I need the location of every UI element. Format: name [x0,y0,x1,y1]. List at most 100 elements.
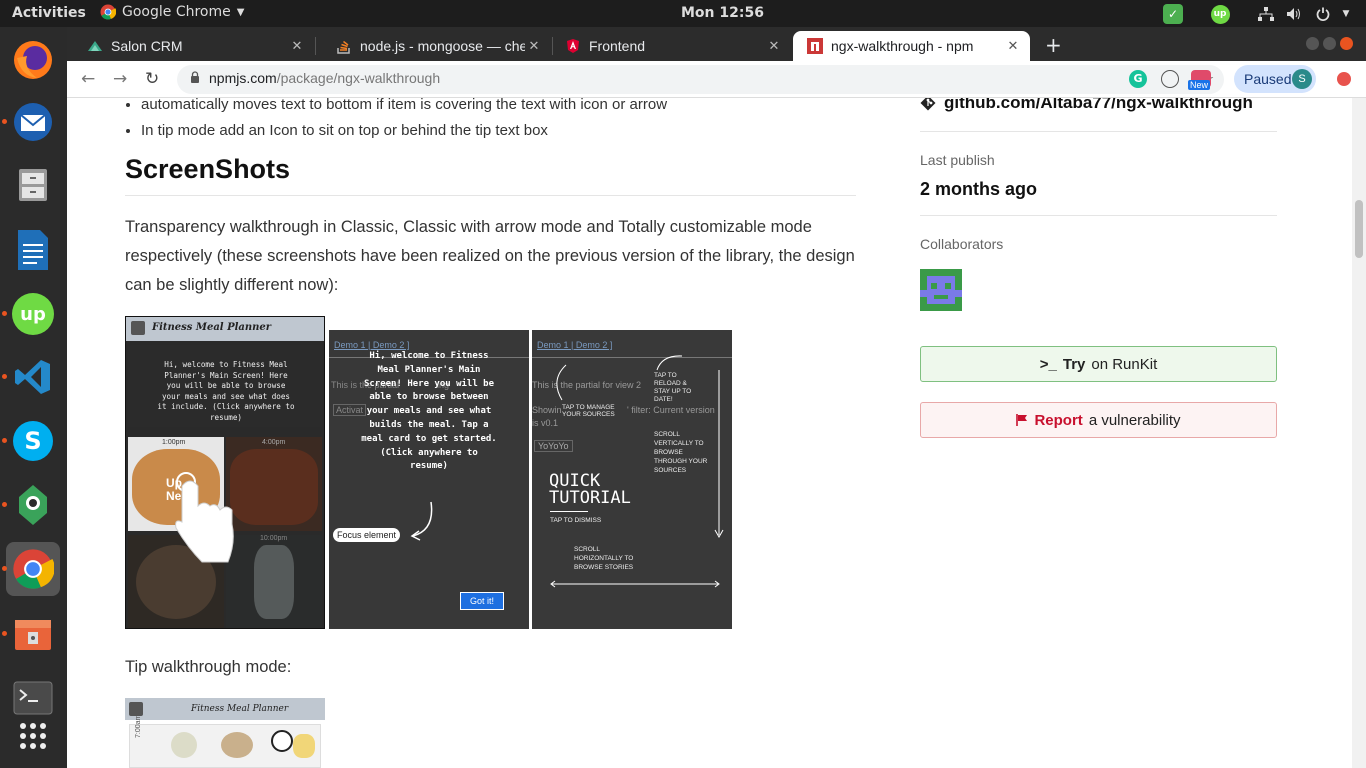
archive-manager-launcher[interactable] [2,607,60,661]
upwork-launcher[interactable]: up [2,287,60,341]
chevron-down-icon: ▼ [236,6,245,18]
tip-mode-label: Tip walkthrough mode: [125,658,292,676]
last-publish-value: 2 months ago [920,179,1038,199]
tab-title: ngx-walkthrough - npm [831,38,974,54]
new-extension-icon[interactable]: New [1188,70,1211,90]
avatar [920,269,962,311]
meal-time: 7:00am [135,714,142,738]
screenshot-tip-mode[interactable]: Fitness Meal Planner 7:00am [125,698,325,768]
firefox-icon [14,41,52,79]
archive-icon [15,620,51,650]
extension-icon[interactable] [1161,70,1179,88]
page-content: automatically moves text to bottom if it… [67,98,1352,768]
section-heading: ScreenShots [125,154,291,184]
firefox-launcher[interactable] [6,33,60,87]
files-launcher[interactable] [6,158,60,212]
new-badge: New [1188,80,1211,90]
back-icon[interactable]: ← [81,69,95,89]
close-tab-icon[interactable]: ✕ [1004,38,1022,54]
meal-photo [221,732,253,758]
reload-icon[interactable]: ↻ [145,69,159,89]
tab-title: Frontend [589,38,646,54]
collaborator-avatar[interactable] [920,269,962,311]
tab-title: node.js - mongoose — che [360,38,525,54]
chef-icon [271,730,293,752]
close-tab-icon[interactable]: ✕ [765,38,783,54]
volume-icon[interactable] [1284,4,1304,24]
lock-icon[interactable] [190,71,200,83]
tab-frontend[interactable]: Frontend ✕ [545,31,791,61]
chrome-icon [100,4,116,20]
app-menu[interactable]: Google Chrome ▼ [100,4,244,20]
tab-salon-crm[interactable]: Salon CRM ✕ [67,31,314,61]
tutorial-arrows [550,355,724,588]
runkit-label-bold: Try [1062,355,1086,373]
report-label-bold: Report [1034,411,1083,429]
screenshot-customizable[interactable]: Demo 1 | Demo 2 ] This is the partial fo… [532,330,732,629]
minimize-window-button[interactable] [1306,37,1319,50]
tab-npm-active[interactable]: ngx-walkthrough - npm ✕ [793,31,1030,61]
forward-icon[interactable]: → [113,69,127,89]
screenshot-classic-arrow[interactable]: Demo 1 | Demo 2 ] This is the partial in… [329,330,529,629]
network-icon[interactable] [1256,4,1276,24]
grammarly-icon[interactable]: G [1129,70,1147,88]
new-tab-button[interactable]: + [1045,33,1062,57]
close-tab-icon[interactable]: ✕ [525,38,543,54]
sidebar-divider [920,215,1277,216]
got-it-button: Got it! [460,592,505,610]
activities-button[interactable]: Activities [12,5,86,21]
report-label: a vulnerability [1088,411,1181,429]
check-status-icon[interactable]: ✓ [1163,4,1183,24]
close-tab-icon[interactable]: ✕ [288,38,306,54]
tab-stackoverflow[interactable]: node.js - mongoose — che ✕ [316,31,551,61]
terminal-prompt-icon: >_ [1039,355,1057,373]
file-cabinet-icon [19,169,47,201]
app-grid-icon [20,723,46,749]
repository-url: github.com/Altaba77/ngx-walkthrough [944,98,1253,112]
scrollbar-thumb[interactable] [1355,200,1363,258]
app-title: Fitness Meal Planner [152,322,272,333]
chrome-launcher[interactable] [2,542,60,596]
page-scrollbar[interactable] [1352,98,1366,768]
screenshots-description: Transparency walkthrough in Classic, Cla… [125,218,855,294]
document-icon [18,230,48,270]
menu-icon [131,321,145,335]
app-title: Fitness Meal Planner [191,704,289,714]
tab-strip: Salon CRM ✕ node.js - mongoose — che ✕ F… [67,27,1366,61]
chrome-update-icon[interactable] [1337,72,1351,86]
address-bar[interactable]: npmjs.com/package/ngx-walkthrough ☆ [177,65,1224,94]
meal-time: 1:00pm [162,439,186,446]
meal-time: 4:00pm [262,439,286,446]
meal-time: 10:00pm [260,535,288,542]
close-window-button[interactable] [1340,37,1353,50]
system-menu-chevron-icon[interactable]: ▼ [1336,4,1356,24]
kraken-icon [19,485,47,525]
maximize-window-button[interactable] [1323,37,1336,50]
meal-photo [171,732,197,758]
walkthrough-message: Hi, welcome to Fitness Meal Planner's Ma… [361,351,497,472]
profile-paused-button[interactable]: Paused S [1234,65,1316,93]
power-icon[interactable] [1313,4,1333,24]
show-applications-button[interactable] [6,709,60,763]
feature-list: automatically moves text to bottom if it… [125,98,667,144]
try-on-runkit-button[interactable]: >_ Try on RunKit [920,346,1277,382]
angular-favicon-icon [565,38,581,54]
report-vulnerability-button[interactable]: Report a vulnerability [920,402,1277,438]
url-text[interactable]: npmjs.com/package/ngx-walkthrough [209,70,440,86]
sidebar-divider [920,131,1277,132]
vscode-launcher[interactable] [2,350,60,404]
list-item: In tip mode add an Icon to sit on top or… [141,118,667,144]
app-header: Fitness Meal Planner [126,317,324,341]
last-publish-label: Last publish [920,152,995,168]
npm-favicon-icon [807,38,823,54]
clock[interactable]: Mon 12:56 [681,5,764,21]
upwork-tray-icon[interactable]: up [1210,4,1230,24]
flag-icon [1016,414,1028,426]
skype-launcher[interactable]: S [2,414,60,468]
chrome-icon [13,549,54,589]
repository-link[interactable]: github.com/Altaba77/ngx-walkthrough [920,98,1253,113]
thunderbird-launcher[interactable] [2,95,60,149]
gitkraken-launcher[interactable] [2,478,60,532]
libreoffice-writer-launcher[interactable] [6,223,60,277]
screenshot-classic[interactable]: Fitness Meal Planner Hi, welcome to Fitn… [125,316,325,629]
